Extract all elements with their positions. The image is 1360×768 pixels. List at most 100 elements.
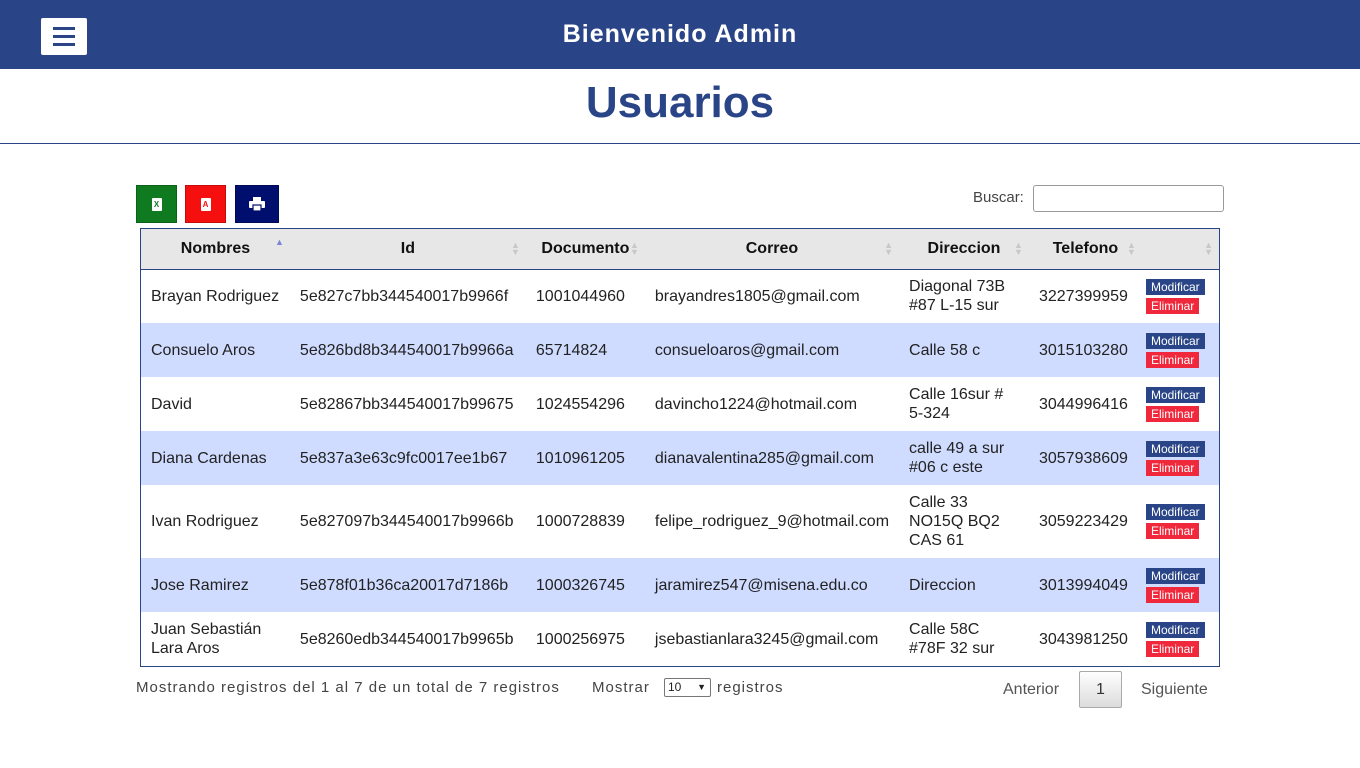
cell-actions: Modificar Eliminar: [1142, 431, 1219, 485]
cell-correo: jsebastianlara3245@gmail.com: [654, 630, 879, 648]
cell-direccion: Calle 16sur # 5-324: [909, 386, 1004, 422]
cell-correo: jaramirez547@misena.edu.co: [654, 576, 868, 594]
column-header-documento[interactable]: Documento ▲ ▼: [525, 229, 645, 270]
cell-nombres: Ivan Rodriguez: [151, 513, 259, 530]
cell-documento: 1000256975: [535, 630, 625, 648]
page-size-select[interactable]: 10 ▼: [664, 678, 711, 697]
delete-button[interactable]: Eliminar: [1145, 459, 1200, 476]
table-header-row: Nombres ▲ Id ▲ ▼ Documento ▲ ▼ Correo ▲ ▼ Direc…: [141, 229, 1219, 270]
table-row: Brayan Rodriguez 5e827c7bb344540017b9966…: [141, 269, 1219, 323]
cell-actions: Modificar Eliminar: [1142, 485, 1219, 558]
cell-actions: Modificar Eliminar: [1142, 612, 1219, 666]
sort-icon: ▲ ▼: [629, 240, 639, 257]
cell-direccion: Calle 58C #78F 32 sur: [909, 621, 995, 657]
table-row: Juan Sebastián Lara Aros 5e8260edb344540…: [141, 612, 1219, 666]
cell-direccion: Calle 33 NO15Q BQ2 CAS 61: [909, 494, 1000, 549]
modify-button[interactable]: Modificar: [1145, 386, 1205, 403]
cell-documento: 1010961205: [535, 449, 625, 467]
cell-id: 5e826bd8b344540017b9966a: [299, 341, 514, 359]
column-header-nombres[interactable]: Nombres ▲: [141, 229, 290, 270]
delete-button[interactable]: Eliminar: [1145, 640, 1200, 657]
sort-icon: ▲ ▼: [1204, 240, 1213, 257]
delete-button[interactable]: Eliminar: [1145, 586, 1200, 603]
column-header-actions[interactable]: ▲ ▼: [1141, 229, 1219, 270]
cell-telefono: 3057938609: [1038, 449, 1128, 467]
sort-icon: ▲ ▼: [1014, 240, 1023, 257]
records-info: Mostrando registros del 1 al 7 de un tot…: [136, 679, 560, 696]
modify-button[interactable]: Modificar: [1145, 278, 1205, 295]
cell-documento: 1024554296: [535, 395, 625, 413]
cell-documento: 1001044960: [535, 287, 625, 305]
cell-correo: brayandres1805@gmail.com: [654, 287, 860, 305]
cell-telefono: 3043981250: [1038, 630, 1128, 648]
pagination-previous[interactable]: Anterior: [1003, 681, 1059, 699]
export-excel-button[interactable]: X: [136, 185, 177, 223]
cell-id: 5e878f01b36ca20017d7186b: [299, 576, 509, 594]
cell-direccion: Diagonal 73B #87 L-15 sur: [909, 278, 1006, 315]
modify-button[interactable]: Modificar: [1145, 504, 1205, 520]
cell-nombres: David: [151, 395, 192, 413]
sort-icon: ▲ ▼: [510, 240, 520, 257]
table-row: Jose Ramirez 5e878f01b36ca20017d7186b 10…: [141, 558, 1219, 612]
cell-nombres: Consuelo Aros: [151, 341, 256, 359]
cell-telefono: 3013994049: [1038, 576, 1128, 594]
page-title: Usuarios: [585, 78, 775, 127]
search-label: Buscar:: [973, 189, 1024, 206]
sort-icon: ▲ ▼: [884, 240, 894, 257]
export-pdf-button[interactable]: A: [185, 185, 226, 223]
pagination-next[interactable]: Siguiente: [1141, 681, 1208, 699]
cell-correo: felipe_rodriguez_9@hotmail.com: [654, 513, 890, 530]
dropdown-arrow-icon: ▼: [697, 682, 706, 692]
excel-file-icon: X: [151, 197, 162, 211]
column-header-telefono[interactable]: Telefono ▲ ▼: [1028, 229, 1142, 270]
column-header-direccion[interactable]: Direccion ▲ ▼: [899, 229, 1029, 270]
column-header-id[interactable]: Id ▲ ▼: [289, 229, 526, 270]
cell-actions: Modificar Eliminar: [1142, 269, 1219, 323]
users-table: Nombres ▲ Id ▲ ▼ Documento ▲ ▼ Correo ▲ ▼ Direc…: [140, 228, 1220, 667]
cell-nombres: Jose Ramirez: [151, 576, 249, 594]
cell-documento: 1000728839: [535, 513, 625, 530]
sort-asc-icon: ▲: [275, 237, 284, 247]
delete-button[interactable]: Eliminar: [1145, 405, 1200, 422]
page-size-suffix: registros: [717, 679, 784, 696]
table-row: Consuelo Aros 5e826bd8b344540017b9966a 6…: [141, 323, 1219, 377]
cell-correo: davincho1224@hotmail.com: [654, 395, 858, 413]
cell-direccion: Calle 58 c: [909, 341, 981, 359]
cell-id: 5e837a3e63c9fc0017ee1b67: [299, 449, 508, 467]
delete-button[interactable]: Eliminar: [1145, 297, 1200, 314]
page-size-value: 10: [668, 680, 682, 694]
cell-documento: 1000326745: [535, 576, 625, 594]
modify-button[interactable]: Modificar: [1145, 621, 1205, 638]
page-size-label: Mostrar: [592, 679, 650, 696]
table-row: Ivan Rodriguez 5e827097b344540017b9966b …: [141, 485, 1219, 558]
cell-id: 5e82867bb344540017b99675: [299, 395, 514, 413]
cell-telefono: 3059223429: [1038, 513, 1128, 530]
modify-button[interactable]: Modificar: [1145, 440, 1205, 457]
modify-button[interactable]: Modificar: [1145, 332, 1205, 349]
cell-documento: 65714824: [535, 341, 608, 359]
search-input[interactable]: [1033, 185, 1224, 212]
print-button[interactable]: [235, 185, 279, 223]
cell-direccion: calle 49 a sur #06 c este: [909, 440, 1005, 476]
printer-icon: [249, 197, 265, 211]
cell-telefono: 3015103280: [1038, 341, 1128, 359]
cell-telefono: 3044996416: [1038, 395, 1128, 413]
modify-button[interactable]: Modificar: [1145, 567, 1205, 584]
cell-nombres: Juan Sebastián Lara Aros: [151, 621, 262, 657]
cell-nombres: Diana Cardenas: [151, 449, 267, 467]
cell-id: 5e827097b344540017b9966b: [299, 513, 514, 530]
cell-id: 5e827c7bb344540017b9966f: [299, 287, 509, 305]
pagination-page-current[interactable]: 1: [1079, 671, 1122, 708]
cell-actions: Modificar Eliminar: [1142, 377, 1219, 431]
header-divider: [0, 143, 1360, 144]
cell-telefono: 3227399959: [1038, 287, 1128, 305]
delete-button[interactable]: Eliminar: [1145, 351, 1200, 368]
column-header-correo[interactable]: Correo ▲ ▼: [644, 229, 900, 270]
cell-actions: Modificar Eliminar: [1142, 558, 1219, 612]
cell-actions: Modificar Eliminar: [1142, 323, 1219, 377]
welcome-title: Bienvenido Admin: [562, 20, 798, 48]
delete-button[interactable]: Eliminar: [1145, 523, 1200, 539]
table-row: Diana Cardenas 5e837a3e63c9fc0017ee1b67 …: [141, 431, 1219, 485]
cell-correo: dianavalentina285@gmail.com: [654, 449, 874, 467]
top-navbar: Bienvenido Admin: [0, 0, 1360, 69]
